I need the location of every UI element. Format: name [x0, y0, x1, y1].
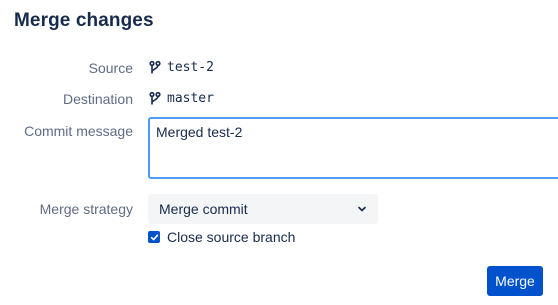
source-branch: test-2	[149, 60, 214, 75]
merge-strategy-label: Merge strategy	[39, 201, 133, 217]
commit-message-label: Commit message	[24, 123, 133, 139]
source-label: Source	[88, 60, 133, 76]
source-branch-name: test-2	[167, 60, 214, 75]
branch-icon	[149, 60, 161, 73]
merge-strategy-select[interactable]: Merge commit	[148, 194, 378, 224]
close-source-branch-option: Close source branch	[148, 229, 295, 245]
destination-label: Destination	[62, 91, 133, 107]
merge-button[interactable]: Merge	[487, 266, 543, 296]
close-source-branch-label: Close source branch	[167, 229, 296, 245]
destination-branch-name: master	[167, 91, 214, 106]
destination-branch: master	[149, 91, 214, 106]
close-source-branch-checkbox[interactable]	[148, 231, 160, 243]
merge-strategy-value: Merge commit	[159, 201, 248, 217]
dialog-title: Merge changes	[14, 10, 154, 31]
commit-message-input[interactable]	[148, 117, 558, 179]
branch-icon	[149, 91, 161, 104]
checkmark-icon	[150, 234, 158, 240]
chevron-down-icon	[358, 206, 366, 212]
